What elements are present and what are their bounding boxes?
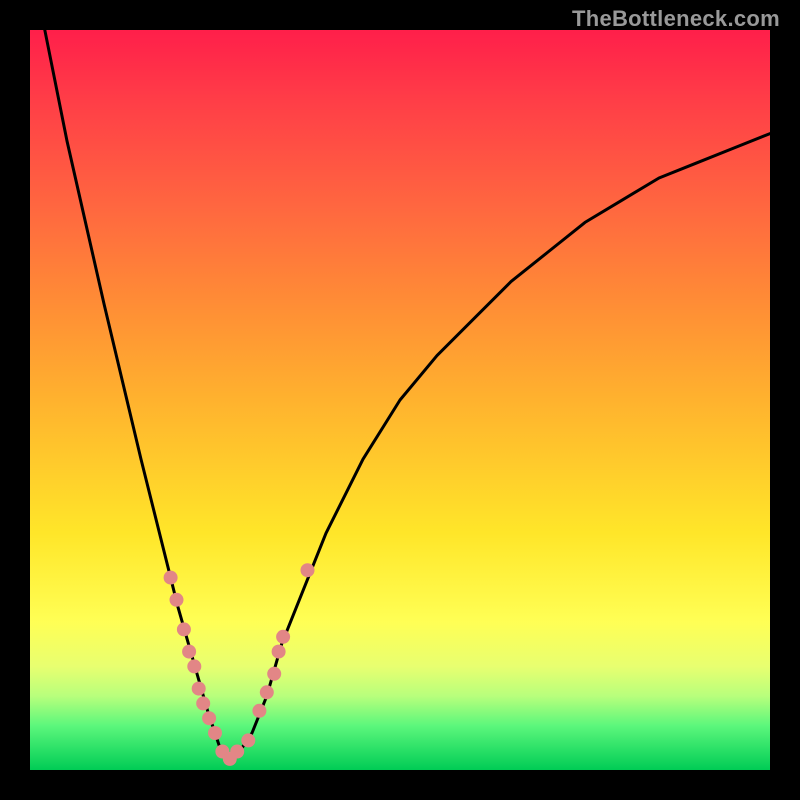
data-point <box>196 696 210 710</box>
bottleneck-curve <box>45 30 770 763</box>
data-point <box>260 685 274 699</box>
watermark-text: TheBottleneck.com <box>572 6 780 32</box>
data-point <box>170 593 184 607</box>
data-point <box>177 622 191 636</box>
data-point <box>192 682 206 696</box>
data-point <box>187 659 201 673</box>
data-point <box>241 733 255 747</box>
data-point <box>164 571 178 585</box>
data-point <box>208 726 222 740</box>
data-point <box>272 645 286 659</box>
data-point <box>182 645 196 659</box>
data-point <box>267 667 281 681</box>
data-point <box>276 630 290 644</box>
chart-overlay <box>30 30 770 770</box>
data-point <box>202 711 216 725</box>
sample-points <box>164 563 315 766</box>
data-point <box>301 563 315 577</box>
data-point <box>230 745 244 759</box>
data-point <box>252 704 266 718</box>
